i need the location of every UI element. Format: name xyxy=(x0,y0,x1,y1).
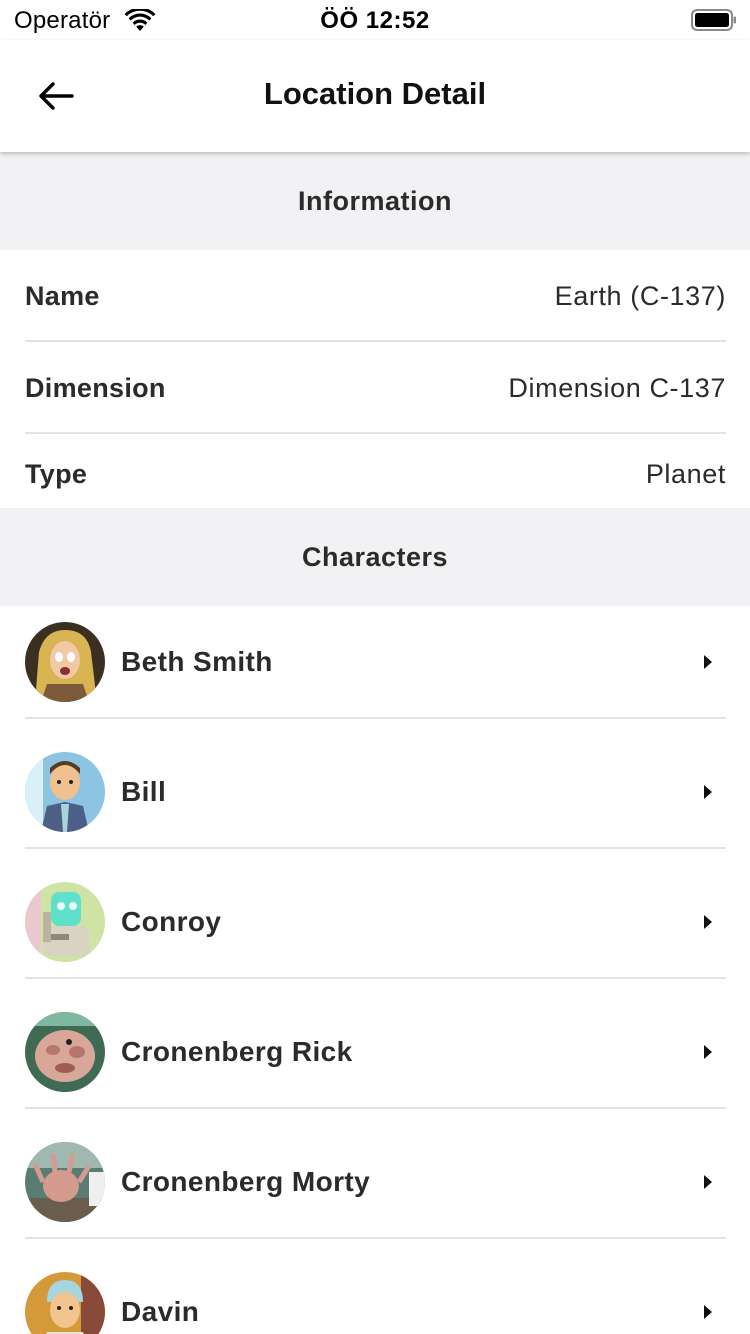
divider xyxy=(25,1237,726,1239)
character-name: Beth Smith xyxy=(121,646,273,677)
chevron-right-icon xyxy=(704,655,712,669)
section-header-characters: Characters xyxy=(0,508,750,606)
character-name: Bill xyxy=(121,776,167,807)
character-name: Davin xyxy=(121,1296,200,1327)
character-row-cronenberg-morty[interactable]: Cronenberg Morty xyxy=(25,1117,726,1247)
divider xyxy=(25,847,726,849)
divider xyxy=(25,1107,726,1109)
character-row-conroy[interactable]: Conroy xyxy=(25,857,726,987)
info-label: Dimension xyxy=(25,372,166,403)
info-label: Type xyxy=(25,458,88,489)
character-name: Conroy xyxy=(121,906,222,937)
character-name: Cronenberg Rick xyxy=(121,1036,353,1067)
info-row-type: Type Planet xyxy=(25,428,726,520)
beth-smith-avatar xyxy=(25,622,105,702)
chevron-right-icon xyxy=(704,1175,712,1189)
info-row-name: Name Earth (C-137) xyxy=(25,250,726,342)
chevron-right-icon xyxy=(704,915,712,929)
davin-avatar xyxy=(25,1272,105,1334)
conroy-avatar xyxy=(25,882,105,962)
status-bar: Operatör ÖÖ 12:52 xyxy=(0,0,750,40)
battery-full-icon xyxy=(691,9,736,31)
page-title: Location Detail xyxy=(263,76,487,111)
character-row-davin[interactable]: Davin xyxy=(25,1247,726,1334)
chevron-right-icon xyxy=(704,785,712,799)
bill-avatar xyxy=(25,752,105,832)
divider xyxy=(25,717,726,719)
info-value: Planet xyxy=(645,458,726,489)
info-value: Earth (C-137) xyxy=(554,280,726,311)
info-value: Dimension C-137 xyxy=(508,372,726,403)
info-row-dimension: Dimension Dimension C-137 xyxy=(25,342,726,434)
section-header-information: Information xyxy=(0,152,750,250)
divider xyxy=(25,977,726,979)
chevron-right-icon xyxy=(704,1305,712,1319)
cronenberg-morty-avatar xyxy=(25,1142,105,1222)
cronenberg-rick-avatar xyxy=(25,1012,105,1092)
chevron-right-icon xyxy=(704,1045,712,1059)
character-row-beth-smith[interactable]: Beth Smith xyxy=(25,597,726,727)
character-row-cronenberg-rick[interactable]: Cronenberg Rick xyxy=(25,987,726,1117)
character-name: Cronenberg Morty xyxy=(121,1166,371,1197)
nav-bar: Location Detail xyxy=(0,40,750,152)
info-label: Name xyxy=(25,280,100,311)
status-time: ÖÖ 12:52 xyxy=(320,7,430,34)
character-row-bill[interactable]: Bill xyxy=(25,727,726,857)
